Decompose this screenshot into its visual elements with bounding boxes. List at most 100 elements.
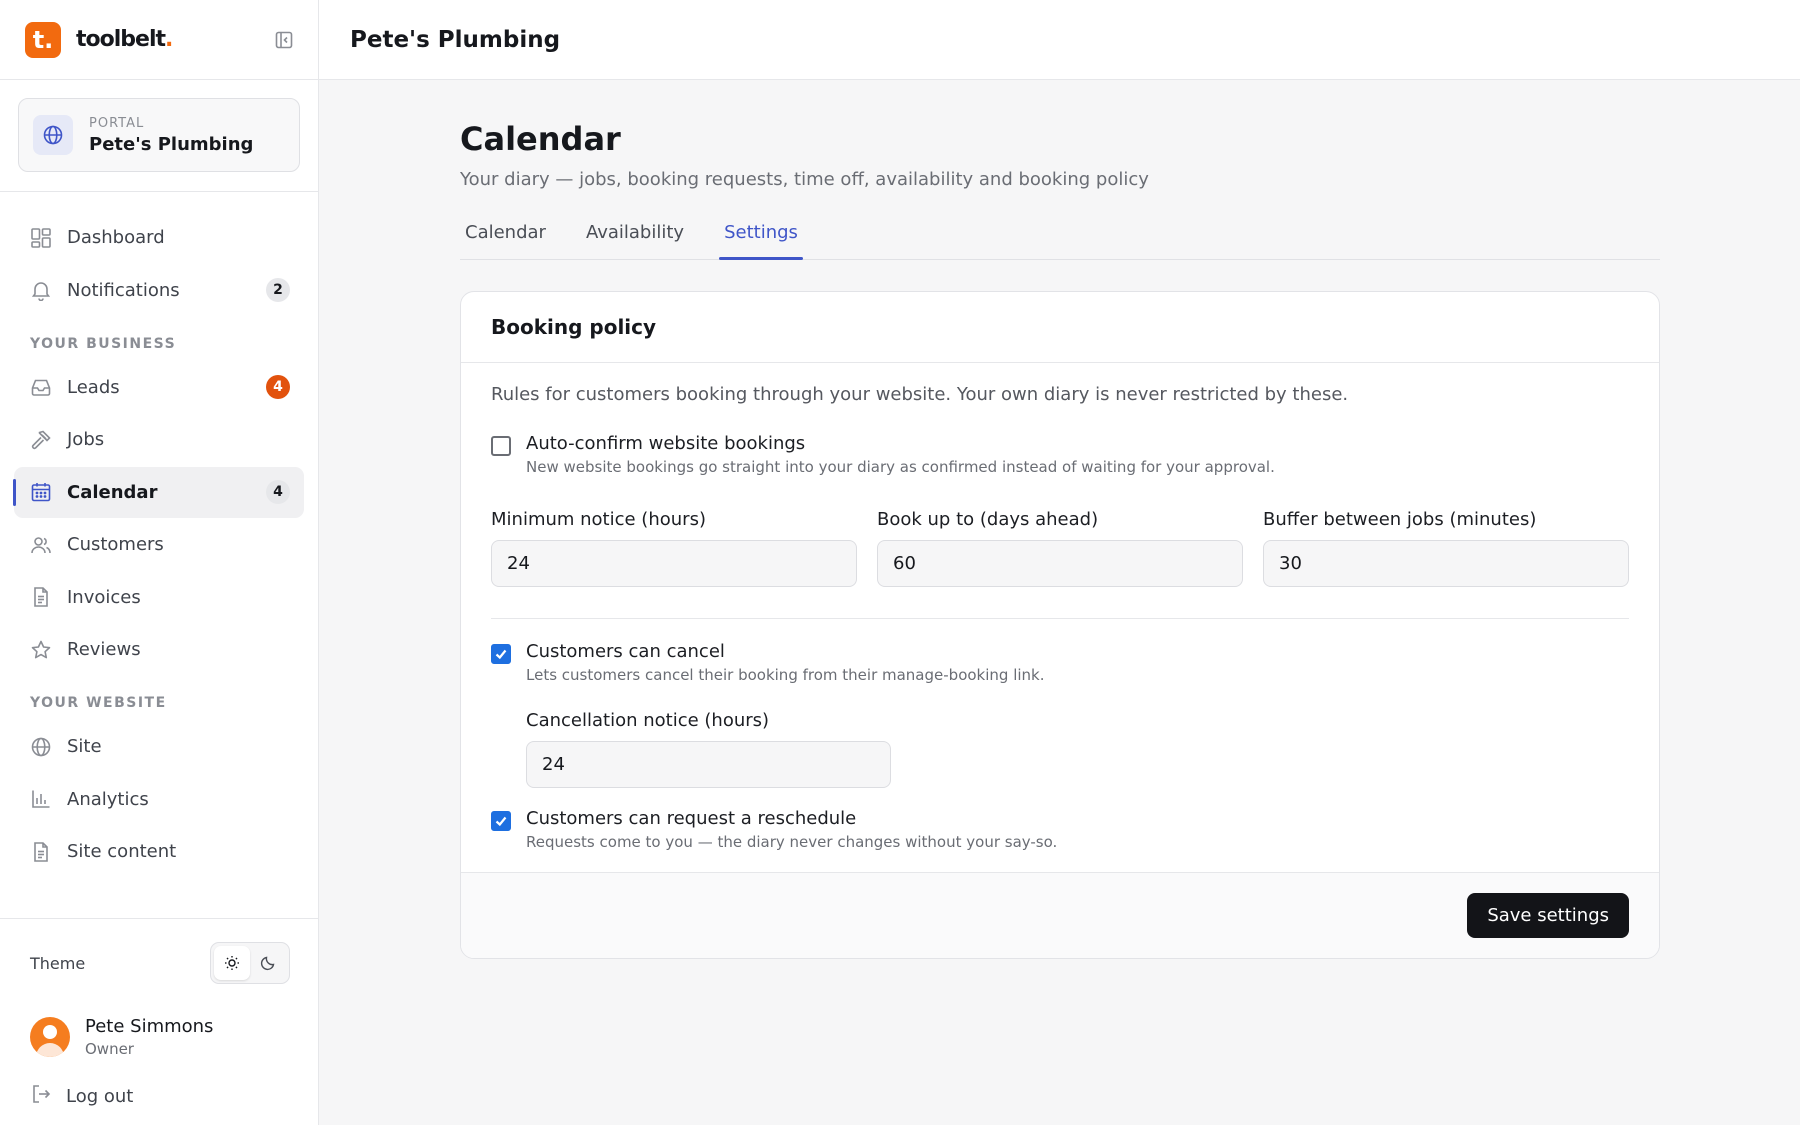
can-reschedule-checkbox[interactable] xyxy=(491,811,511,831)
page-subtitle: Your diary — jobs, booking requests, tim… xyxy=(460,169,1149,190)
auto-confirm-help: New website bookings go straight into yo… xyxy=(526,458,1275,476)
portal-section: PORTAL Pete's Plumbing xyxy=(0,80,318,192)
tab-settings[interactable]: Settings xyxy=(719,210,803,260)
star-icon xyxy=(29,638,53,662)
sun-icon xyxy=(225,956,239,970)
can-cancel-row: Customers can cancel Lets customers canc… xyxy=(491,641,1629,684)
sidebar-item-reviews[interactable]: Reviews xyxy=(14,624,304,675)
can-reschedule-row: Customers can request a reschedule Reque… xyxy=(491,808,1629,851)
card-footer: Save settings xyxy=(461,872,1659,958)
main-area: Pete's Plumbing Calendar Your diary — jo… xyxy=(319,0,1800,1125)
sidebar: t. toolbelt. PORTAL Pete's Plumbing Dash… xyxy=(0,0,319,1125)
dashboard-icon xyxy=(29,226,53,250)
bar-chart-icon xyxy=(29,787,53,811)
user-role: Owner xyxy=(85,1040,134,1058)
sidebar-item-leads[interactable]: Leads 4 xyxy=(14,362,304,413)
sidebar-item-label: Invoices xyxy=(67,586,141,608)
avatar xyxy=(30,1017,70,1057)
leads-count-badge: 4 xyxy=(266,375,290,399)
card-body: Rules for customers booking through your… xyxy=(461,363,1659,872)
sidebar-item-jobs[interactable]: Jobs xyxy=(14,414,304,465)
sidebar-item-label: Site content xyxy=(67,841,177,862)
sidebar-collapse-button[interactable] xyxy=(272,28,296,52)
auto-confirm-row: Auto-confirm website bookings New websit… xyxy=(491,433,1629,476)
brand-name: toolbelt. xyxy=(76,27,173,52)
globe-icon xyxy=(29,735,53,759)
sidebar-item-label: Reviews xyxy=(67,639,141,660)
tab-calendar[interactable]: Calendar xyxy=(460,210,551,259)
auto-confirm-checkbox[interactable] xyxy=(491,436,511,456)
min-notice-input[interactable] xyxy=(491,540,857,587)
min-notice-field: Minimum notice (hours) xyxy=(491,509,857,587)
hammer-icon xyxy=(29,428,53,452)
sidebar-item-site-content[interactable]: Site content xyxy=(14,826,304,877)
logout-icon xyxy=(30,1083,52,1109)
sidebar-nav: Dashboard Notifications 2 YOUR BUSINESS … xyxy=(0,192,318,877)
users-icon xyxy=(29,533,53,557)
can-cancel-label: Customers can cancel xyxy=(526,641,725,662)
document-icon xyxy=(29,840,53,864)
section-title-business: YOUR BUSINESS xyxy=(30,335,177,352)
sidebar-item-calendar[interactable]: Calendar 4 xyxy=(13,466,304,518)
dark-theme-button[interactable] xyxy=(250,946,286,980)
business-title: Pete's Plumbing xyxy=(350,26,561,53)
sidebar-item-dashboard[interactable]: Dashboard xyxy=(14,212,304,263)
booking-policy-card: Booking policy Rules for customers booki… xyxy=(460,291,1660,959)
sidebar-item-label: Analytics xyxy=(67,788,149,810)
section-divider xyxy=(491,618,1629,619)
sidebar-item-label: Calendar xyxy=(67,481,158,503)
card-description: Rules for customers booking through your… xyxy=(491,384,1349,405)
theme-row: Theme xyxy=(30,919,290,1007)
save-settings-button[interactable]: Save settings xyxy=(1467,893,1629,938)
notifications-count-badge: 2 xyxy=(266,278,290,302)
brand-header: t. toolbelt. xyxy=(0,0,318,80)
sidebar-item-label: Notifications xyxy=(67,279,180,301)
sidebar-item-label: Dashboard xyxy=(67,227,165,248)
portal-name: Pete's Plumbing xyxy=(89,133,254,155)
topbar: Pete's Plumbing xyxy=(319,0,1800,80)
brand-logo[interactable]: t. xyxy=(25,21,61,58)
buffer-label: Buffer between jobs (minutes) xyxy=(1263,509,1537,530)
page-content: Calendar Your diary — jobs, booking requ… xyxy=(460,80,1660,959)
sidebar-item-label: Jobs xyxy=(67,429,105,450)
sidebar-item-label: Leads xyxy=(67,376,120,398)
user-profile[interactable]: Pete Simmons Owner xyxy=(30,1007,290,1067)
can-cancel-checkbox[interactable] xyxy=(491,644,511,664)
sidebar-item-invoices[interactable]: Invoices xyxy=(14,572,304,623)
cancel-notice-input[interactable] xyxy=(526,741,891,788)
sidebar-item-label: Site xyxy=(67,736,102,757)
sidebar-item-notifications[interactable]: Notifications 2 xyxy=(14,265,304,316)
cancel-notice-label: Cancellation notice (hours) xyxy=(526,710,770,731)
tab-bar: Calendar Availability Settings xyxy=(460,210,1660,260)
portal-switcher[interactable]: PORTAL Pete's Plumbing xyxy=(18,98,300,172)
section-title-website: YOUR WEBSITE xyxy=(30,695,167,711)
theme-label: Theme xyxy=(30,953,86,973)
sidebar-item-analytics[interactable]: Analytics xyxy=(14,774,304,825)
sidebar-item-site[interactable]: Site xyxy=(14,721,304,772)
user-name: Pete Simmons xyxy=(85,1016,214,1037)
can-reschedule-label: Customers can request a reschedule xyxy=(526,808,857,829)
globe-icon xyxy=(33,115,73,155)
sidebar-item-customers[interactable]: Customers xyxy=(14,519,304,570)
logout-button[interactable]: Log out xyxy=(30,1067,290,1125)
book-up-to-label: Book up to (days ahead) xyxy=(877,509,1099,530)
inbox-icon xyxy=(29,375,53,399)
sidebar-collapse-icon xyxy=(275,31,293,49)
portal-label: PORTAL xyxy=(89,115,145,131)
book-up-to-input[interactable] xyxy=(877,540,1243,587)
book-up-to-field: Book up to (days ahead) xyxy=(877,509,1243,587)
min-notice-label: Minimum notice (hours) xyxy=(491,509,706,530)
tab-availability[interactable]: Availability xyxy=(581,210,689,259)
calendar-icon xyxy=(29,480,53,504)
light-theme-button[interactable] xyxy=(214,946,250,980)
card-title: Booking policy xyxy=(491,315,657,339)
cancel-notice-field: Cancellation notice (hours) xyxy=(526,710,891,788)
check-icon xyxy=(495,816,507,827)
bell-icon xyxy=(29,278,53,302)
can-cancel-help: Lets customers cancel their booking from… xyxy=(526,666,1045,684)
can-reschedule-help: Requests come to you — the diary never c… xyxy=(526,833,1058,851)
sidebar-footer: Theme Pete Simmons Owner Log out xyxy=(0,918,318,1125)
buffer-input[interactable] xyxy=(1263,540,1629,587)
theme-toggle xyxy=(210,942,290,984)
sidebar-item-label: Customers xyxy=(67,534,164,555)
